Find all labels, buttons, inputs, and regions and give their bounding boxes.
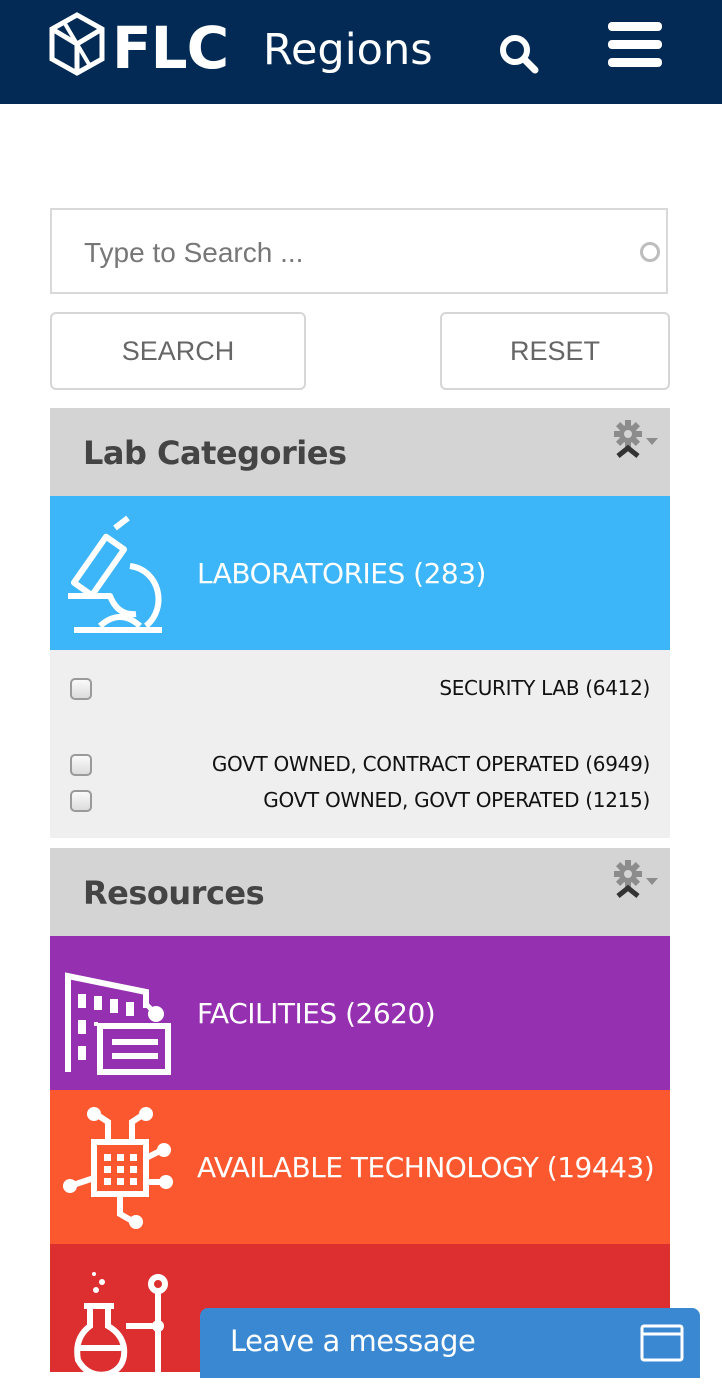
flc-cube-logo-icon[interactable] [48,12,106,76]
gear-dropdown-icon[interactable] [612,858,662,906]
section-title: Lab Categories [83,434,347,472]
resource-available-technology[interactable]: AVAILABLE TECHNOLOGY (19443) [50,1090,670,1244]
top-header: FLC Regions [0,0,722,104]
chip-circuit-icon [63,1107,173,1229]
lab-categories-header[interactable]: Lab Categories [50,408,670,496]
category-label: LABORATORIES (283) [197,556,486,590]
microscope-icon [68,515,162,633]
category-laboratories[interactable]: LABORATORIES (283) [50,496,670,650]
gear-dropdown-icon[interactable] [612,418,662,466]
search-button[interactable]: SEARCH [50,312,306,390]
resource-facilities[interactable]: FACILITIES (2620) [50,936,670,1090]
resources-header[interactable]: Resources [50,848,670,936]
category-label: FACILITIES (2620) [197,996,436,1030]
lab-category-options: SECURITY LAB (6412) GOVT OWNED, CONTRACT… [50,650,670,838]
checkbox[interactable] [70,790,92,812]
page-title: Regions [263,25,433,75]
chat-window-icon[interactable] [640,1324,684,1362]
chat-label: Leave a message [230,1324,476,1358]
reset-button[interactable]: RESET [440,312,670,390]
checkbox[interactable] [70,754,92,776]
option-label: GOVT OWNED, GOVT OPERATED (1215) [263,788,650,812]
option-label: SECURITY LAB (6412) [439,676,650,700]
checkbox[interactable] [70,678,92,700]
loading-spinner-icon [640,242,660,262]
search-input[interactable] [82,232,606,274]
list-item[interactable]: GOVT OWNED, GOVT OPERATED (1215) [50,788,670,818]
hamburger-menu-icon[interactable] [608,22,662,68]
leave-message-chat-button[interactable]: Leave a message [200,1308,700,1378]
category-label: AVAILABLE TECHNOLOGY (19443) [197,1150,655,1184]
search-box [50,208,668,294]
search-icon[interactable] [498,33,540,75]
list-item[interactable]: GOVT OWNED, CONTRACT OPERATED (6949) [50,752,670,782]
building-icon [65,972,171,1075]
lab-flask-icon [74,1272,168,1384]
list-item[interactable]: SECURITY LAB (6412) [50,676,670,706]
logo-text[interactable]: FLC [112,14,229,82]
option-label: GOVT OWNED, CONTRACT OPERATED (6949) [211,752,650,776]
section-title: Resources [83,874,265,912]
